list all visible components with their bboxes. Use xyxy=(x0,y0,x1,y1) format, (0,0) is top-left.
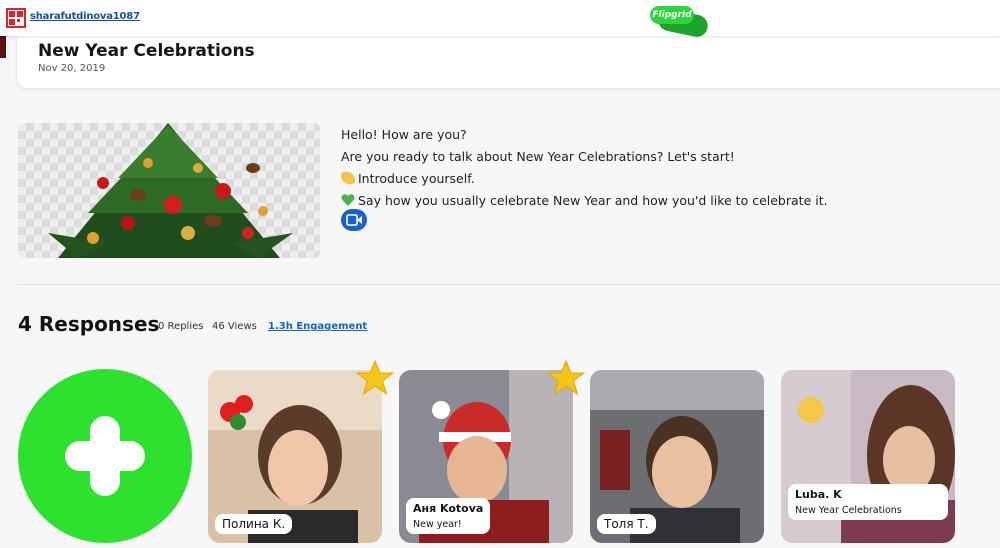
description-line: Are you ready to talk about New Year Cel… xyxy=(341,149,735,164)
views-count: 46 Views xyxy=(212,321,257,332)
responder-name: Аня Kotova xyxy=(413,502,484,515)
description-line: Say how you usually celebrate New Year a… xyxy=(341,190,828,212)
description-line: Introduce yourself. xyxy=(341,168,828,190)
responder-name: Полина К. xyxy=(215,514,293,534)
description-line: Hello! How are you? xyxy=(341,127,467,142)
waving-hand-icon xyxy=(341,172,355,184)
replies-count: 0 Replies xyxy=(158,321,204,332)
topic-header: New Year Celebrations Nov 20, 2019 xyxy=(18,36,1000,88)
response-card[interactable]: Толя Т. xyxy=(590,370,764,543)
flipgrid-logo[interactable]: Flipgrid xyxy=(650,6,710,39)
topic-image-christmas-tree xyxy=(18,123,320,258)
description-text: Say how you usually celebrate New Year a… xyxy=(358,193,828,208)
responder-name: Luba. K xyxy=(795,488,842,501)
star-icon xyxy=(355,360,395,396)
topic-description: Hello! How are you? Are you ready to tal… xyxy=(341,124,828,212)
responder-name: Толя Т. xyxy=(597,514,656,534)
christmas-tree-illustration xyxy=(48,123,293,258)
responses-heading: 4 Responses xyxy=(18,312,160,336)
section-divider xyxy=(18,284,1000,285)
logo-text: Flipgrid xyxy=(650,6,694,24)
star-icon xyxy=(546,360,586,396)
description-text: Introduce yourself. xyxy=(358,171,475,186)
top-bar: sharafutdinova1087 Flipgrid xyxy=(0,0,1000,39)
response-caption-chip: Аня Kotova New year! xyxy=(406,498,491,534)
qr-code-icon[interactable] xyxy=(6,8,26,28)
plus-icon xyxy=(90,416,120,496)
video-icon xyxy=(346,214,362,226)
green-heart-icon xyxy=(341,194,355,206)
topic-date: Nov 20, 2019 xyxy=(38,63,106,74)
response-caption: New year! xyxy=(413,519,462,530)
add-response-button[interactable] xyxy=(18,369,192,543)
video-attachment-button[interactable] xyxy=(341,209,367,231)
page-title: New Year Celebrations xyxy=(38,41,255,61)
engagement-link[interactable]: 1.3h Engagement xyxy=(268,321,367,332)
response-card[interactable]: Luba. K New Year Celebrations xyxy=(781,370,955,543)
username-link[interactable]: sharafutdinova1087 xyxy=(30,11,140,22)
background-image-edge xyxy=(0,36,6,58)
response-caption: New Year Celebrations xyxy=(795,505,902,516)
response-caption-chip: Luba. K New Year Celebrations xyxy=(788,484,948,520)
